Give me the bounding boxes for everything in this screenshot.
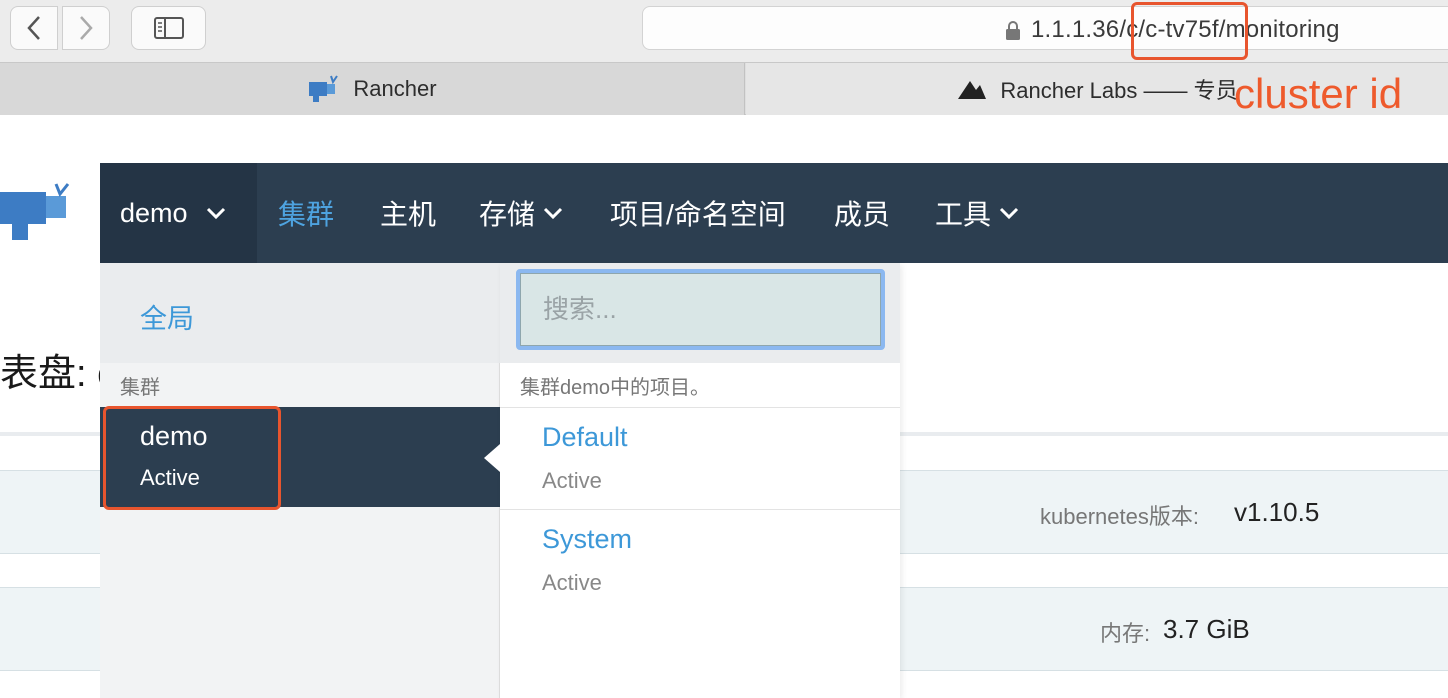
nav-tools[interactable]: 工具: [935, 163, 1019, 263]
cluster-section-heading: 集群: [120, 377, 160, 399]
lock-icon: [1006, 21, 1020, 40]
nav-label: 主机: [380, 199, 437, 230]
search-input[interactable]: [520, 273, 881, 346]
chevron-down-icon: [206, 206, 226, 220]
annotation-label: cluster id: [1234, 70, 1403, 117]
app-navbar: demo 集群 主机 存储 项目/命名空间 成员 工具: [100, 163, 1448, 263]
global-item[interactable]: 全局: [100, 263, 500, 363]
project-item-default[interactable]: Default Active: [500, 407, 900, 509]
nav-members[interactable]: 成员: [834, 163, 890, 263]
kubernetes-version-value: v1.10.5: [1234, 497, 1320, 527]
nav-label: 工具: [935, 199, 992, 230]
chevron-right-icon: [80, 16, 93, 40]
tab-label: Rancher Labs —— 专员: [1000, 78, 1238, 103]
chevron-left-icon: [27, 16, 40, 40]
nav-label: 存储: [479, 199, 536, 230]
search-wrap: [500, 263, 900, 363]
nav-label: 成员: [834, 199, 891, 230]
project-state: Active: [542, 570, 602, 595]
project-dropdown-right: 集群demo中的项目。 Default Active System Active: [500, 263, 900, 698]
annotation-box-url: [1131, 2, 1248, 60]
rancher-cow-icon: [307, 74, 339, 104]
chevron-down-icon: [543, 206, 563, 220]
search-box: [516, 269, 885, 350]
cluster-switcher-label: demo: [120, 197, 188, 228]
sidebar-toggle-button[interactable]: [131, 6, 206, 50]
cluster-switcher[interactable]: demo: [100, 163, 257, 263]
nav-storage[interactable]: 存储: [479, 163, 563, 263]
project-state: Active: [542, 468, 602, 493]
project-name: Default: [542, 422, 628, 452]
nav-label: 项目/命名空间: [610, 199, 786, 230]
memory-label: 内存:: [1100, 621, 1151, 646]
project-name: System: [542, 524, 633, 554]
chevron-down-icon: [999, 206, 1019, 220]
rancher-labs-icon: [956, 77, 987, 101]
annotation-box-cluster: [103, 406, 281, 510]
projects-caption: 集群demo中的项目。: [520, 377, 711, 399]
kubernetes-version-label: kubernetes版本:: [1040, 504, 1199, 529]
global-label: 全局: [140, 304, 194, 334]
page-title: 表盘: c: [0, 353, 117, 395]
nav-projects-namespaces[interactable]: 项目/命名空间: [610, 163, 786, 263]
sidebar-icon: [153, 17, 184, 39]
memory-value: 3.7 GiB: [1163, 614, 1250, 644]
back-button[interactable]: [10, 6, 58, 50]
nav-label: 集群: [278, 199, 335, 230]
nav-cluster[interactable]: 集群: [278, 163, 334, 263]
tab-label: Rancher: [353, 76, 437, 101]
nav-hosts[interactable]: 主机: [380, 163, 436, 263]
forward-button[interactable]: [62, 6, 110, 50]
tab-rancher[interactable]: Rancher: [0, 63, 745, 115]
dropdown-pointer: [484, 444, 500, 472]
address-bar[interactable]: 1.1.1.36/c/c-tv75f/monitoring: [642, 6, 1448, 50]
browser-tabbar: Rancher Rancher Labs —— 专员: [0, 62, 1448, 115]
project-item-system[interactable]: System Active: [500, 509, 900, 611]
rancher-logo[interactable]: [0, 180, 80, 249]
